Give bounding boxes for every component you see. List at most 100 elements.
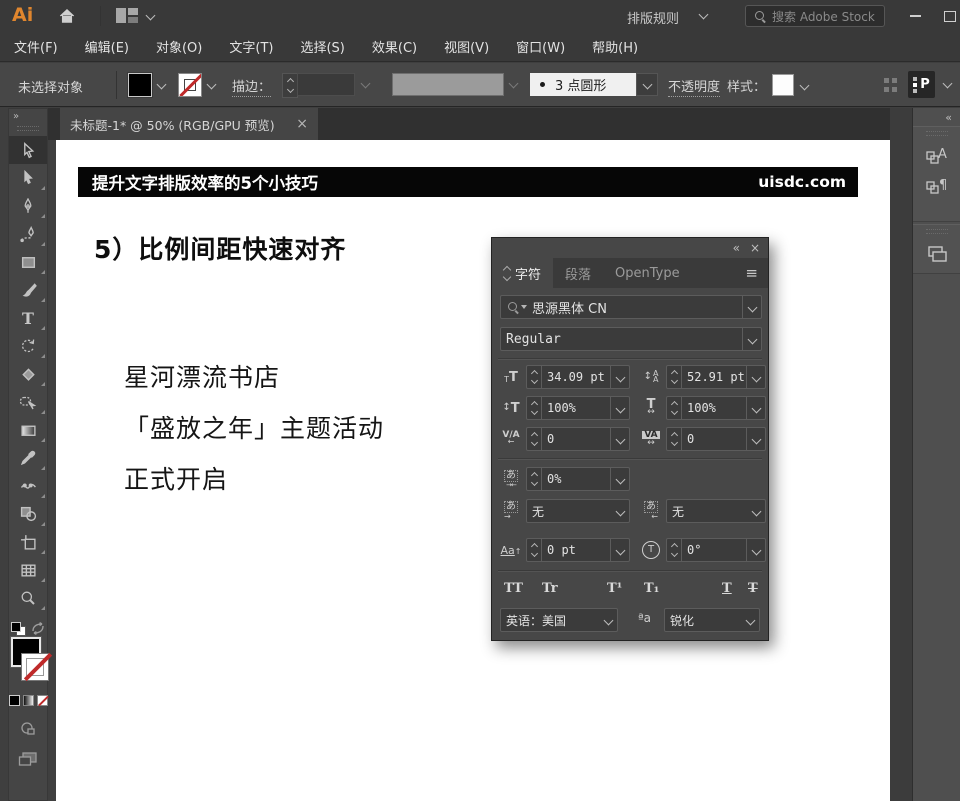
menu-select[interactable]: 选择(S)	[300, 37, 344, 56]
home-icon[interactable]	[58, 7, 76, 29]
fill-color-chevron-icon[interactable]	[153, 72, 169, 96]
menu-help[interactable]: 帮助(H)	[592, 37, 638, 56]
maximize-button[interactable]	[940, 8, 960, 24]
swap-fill-stroke-icon[interactable]	[31, 622, 45, 635]
leading-field[interactable]: 52.91 pt	[666, 365, 766, 389]
character-rotation-field[interactable]: 0°	[666, 538, 766, 562]
shaper-tool[interactable]	[9, 360, 47, 388]
app-logo[interactable]: Ai	[12, 4, 33, 26]
stroke-weight-stepper[interactable]	[282, 73, 298, 98]
brush-chevron-button[interactable]	[636, 73, 658, 96]
fill-stroke-indicator[interactable]	[9, 637, 47, 687]
insert-space-right-chevron-icon[interactable]	[747, 500, 765, 522]
minimize-button[interactable]	[903, 8, 927, 24]
baseline-shift-chevron-icon[interactable]	[610, 539, 629, 561]
menu-type[interactable]: 文字(T)	[229, 37, 273, 56]
workspace-switcher[interactable]: 排版规则	[627, 8, 679, 27]
all-caps-button[interactable]: TT	[504, 581, 523, 596]
shape-combine-tool[interactable]	[9, 500, 47, 528]
character-panel-icon[interactable]: A	[920, 141, 954, 171]
vertical-scale-chevron-icon[interactable]	[610, 397, 629, 419]
workspace-chevron-icon[interactable]	[699, 10, 709, 20]
horizontal-scale-stepper[interactable]	[667, 397, 682, 419]
font-size-chevron-icon[interactable]	[610, 366, 629, 388]
leading-chevron-icon[interactable]	[746, 366, 765, 388]
menu-object[interactable]: 对象(O)	[156, 37, 202, 56]
opacity-label[interactable]: 不透明度	[668, 76, 720, 97]
tab-opentype[interactable]: OpenType	[603, 258, 692, 288]
stroke-color-chevron-icon[interactable]	[203, 72, 219, 96]
font-style-chevron-icon[interactable]	[742, 328, 761, 350]
panel-group-grip[interactable]	[926, 131, 948, 136]
curvature-tool[interactable]	[9, 220, 47, 248]
stroke-proxy[interactable]	[21, 653, 49, 681]
tracking-stepper[interactable]	[667, 428, 682, 450]
eyedropper-tool[interactable]	[9, 444, 47, 472]
panel-menu-icon[interactable]: ≡	[745, 264, 758, 282]
font-family-chevron-icon[interactable]	[742, 296, 761, 318]
leading-stepper[interactable]	[667, 366, 682, 388]
artboard-tool[interactable]	[9, 528, 47, 556]
superscript-button[interactable]: T¹	[607, 581, 622, 596]
draw-mode-icon[interactable]	[20, 720, 36, 739]
perspective-grid-tool[interactable]	[9, 556, 47, 584]
insert-space-left-chevron-icon[interactable]	[611, 500, 629, 522]
menu-window[interactable]: 窗口(W)	[516, 37, 565, 56]
direct-selection-tool[interactable]	[9, 164, 47, 192]
insert-space-left-dropdown[interactable]: 无	[526, 499, 630, 523]
proportional-spacing-field[interactable]: 0%	[526, 467, 630, 491]
document-tab[interactable]: 未标题-1* @ 50% (RGB/GPU 预览) ×	[60, 108, 318, 140]
stroke-weight-chevron-icon[interactable]	[361, 79, 371, 89]
layers-panel-icon[interactable]	[920, 239, 954, 269]
color-mode-button[interactable]	[9, 695, 20, 706]
width-profile-chevron-icon[interactable]	[509, 79, 519, 89]
panel-close-icon[interactable]: ×	[750, 242, 760, 254]
width-profile-dropdown[interactable]	[392, 73, 504, 96]
proportional-spacing-stepper[interactable]	[527, 468, 542, 490]
menu-effect[interactable]: 效果(C)	[372, 37, 417, 56]
vertical-scale-field[interactable]: 100%	[526, 396, 630, 420]
none-mode-button[interactable]	[37, 695, 48, 706]
style-swatch[interactable]	[772, 74, 794, 96]
font-style-field[interactable]: Regular	[500, 327, 762, 351]
stroke-weight-label[interactable]: 描边：	[232, 76, 271, 97]
kerning-chevron-icon[interactable]	[610, 428, 629, 450]
language-dropdown[interactable]: 英语：美国	[500, 608, 618, 632]
tracking-field[interactable]: 0	[666, 427, 766, 451]
paintbrush-tool[interactable]	[9, 276, 47, 304]
screen-mode-icon[interactable]	[18, 751, 38, 771]
workspace-button[interactable]: P	[908, 71, 935, 98]
menu-view[interactable]: 视图(V)	[444, 37, 489, 56]
strikethrough-button[interactable]: T	[748, 581, 758, 596]
panel-dock-icon[interactable]	[884, 78, 898, 92]
kerning-stepper[interactable]	[527, 428, 542, 450]
anti-alias-dropdown[interactable]: 锐化	[664, 608, 760, 632]
fill-color-swatch[interactable]	[128, 73, 152, 97]
rectangle-tool[interactable]	[9, 248, 47, 276]
small-caps-button[interactable]: Tr	[542, 581, 558, 596]
zoom-tool[interactable]	[9, 584, 47, 612]
character-rotation-stepper[interactable]	[667, 539, 682, 561]
panel-collapse-icon[interactable]: «	[733, 242, 740, 254]
menu-edit[interactable]: 编辑(E)	[85, 37, 129, 56]
type-tool[interactable]: T	[9, 304, 47, 332]
subscript-button[interactable]: T₁	[644, 581, 659, 596]
font-size-stepper[interactable]	[527, 366, 542, 388]
dock-expand-icon[interactable]: «	[913, 108, 960, 126]
paragraph-panel-icon[interactable]: ¶	[920, 171, 954, 201]
font-size-field[interactable]: 34.09 pt	[526, 365, 630, 389]
width-tool[interactable]	[9, 472, 47, 500]
default-fill-stroke-icon[interactable]	[11, 622, 25, 635]
shape-builder-tool[interactable]	[9, 388, 47, 416]
tab-character[interactable]: 字符	[492, 258, 553, 288]
stroke-weight-field[interactable]	[297, 73, 355, 96]
anti-alias-chevron-icon[interactable]	[741, 609, 759, 631]
tracking-chevron-icon[interactable]	[746, 428, 765, 450]
vertical-scale-stepper[interactable]	[527, 397, 542, 419]
arrange-documents-icon[interactable]	[116, 8, 140, 24]
panel-group-grip[interactable]	[926, 229, 948, 234]
insert-space-right-dropdown[interactable]: 无	[666, 499, 766, 523]
arrange-documents-chevron-icon[interactable]	[146, 11, 156, 21]
toolbar-grip[interactable]	[17, 126, 39, 131]
stock-search-input[interactable]: 搜索 Adobe Stock	[745, 5, 885, 27]
